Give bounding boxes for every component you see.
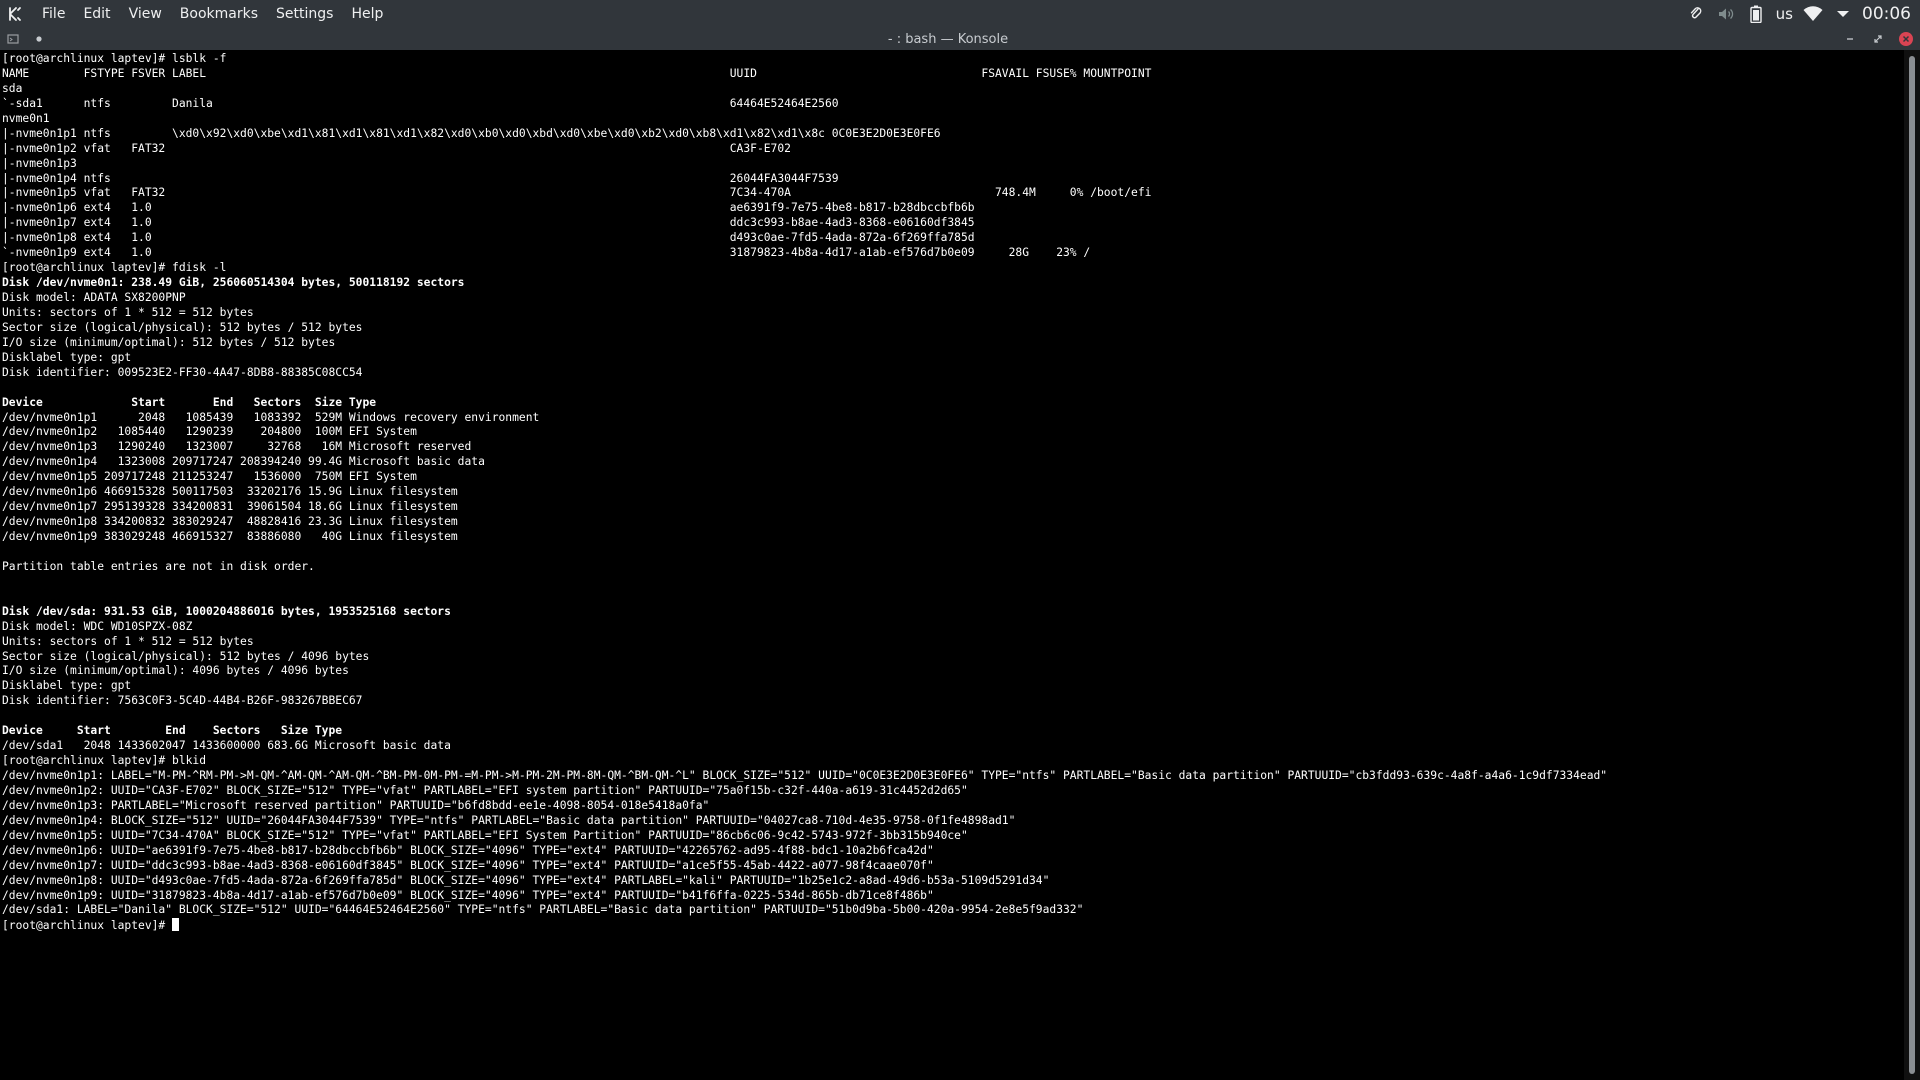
close-button[interactable] bbox=[1898, 31, 1914, 47]
terminal-line: /dev/nvme0n1p3 1290240 1323007 32768 16M… bbox=[2, 440, 472, 454]
terminal-line: /dev/nvme0n1p1 2048 1085439 1083392 529M… bbox=[2, 410, 540, 424]
terminal-prompt: [root@archlinux laptev]# bbox=[2, 919, 173, 933]
terminal-output[interactable]: [root@archlinux laptev]# lsblk -f NAME FS… bbox=[0, 50, 1904, 1080]
terminal-line: |-nvme0n1p6 ext4 1.0 ae6391f9-7e75-4be8-… bbox=[2, 201, 975, 215]
terminal-line: |-nvme0n1p5 vfat FAT32 7C34-470A 748.4M … bbox=[2, 186, 1152, 200]
terminal-scrollbar[interactable] bbox=[1904, 50, 1920, 1080]
menu-help[interactable]: Help bbox=[342, 0, 392, 28]
paperclip-icon[interactable] bbox=[1686, 4, 1706, 24]
scrollbar-thumb[interactable] bbox=[1909, 56, 1915, 1074]
minimize-button[interactable] bbox=[1842, 31, 1858, 47]
terminal-line: /dev/nvme0n1p3: PARTLABEL="Microsoft res… bbox=[2, 798, 710, 812]
terminal-line: [root@archlinux laptev]# blkid bbox=[2, 754, 207, 768]
terminal-line: Disk identifier: 7563C0F3-5C4D-44B4-B26F… bbox=[2, 694, 363, 708]
menu-bookmarks[interactable]: Bookmarks bbox=[171, 0, 267, 28]
terminal-line: Units: sectors of 1 * 512 = 512 bytes bbox=[2, 305, 254, 319]
terminal-line: /dev/sda1: LABEL="Danila" BLOCK_SIZE="51… bbox=[2, 903, 1084, 917]
terminal-line: /dev/nvme0n1p6: UUID="ae6391f9-7e75-4be8… bbox=[2, 843, 934, 857]
terminal-line: Units: sectors of 1 * 512 = 512 bytes bbox=[2, 634, 254, 648]
menu-edit[interactable]: Edit bbox=[74, 0, 119, 28]
chevron-down-icon[interactable] bbox=[1833, 4, 1853, 24]
terminal-line: /dev/nvme0n1p1: LABEL="M-PM-^RM-PM->M-QM… bbox=[2, 769, 1608, 782]
terminal-line: |-nvme0n1p7 ext4 1.0 ddc3c993-b8ae-4ad3-… bbox=[2, 216, 975, 230]
clock[interactable]: 00:06 bbox=[1862, 4, 1911, 24]
terminal-line: Device Start End Sectors Size Type bbox=[2, 395, 377, 409]
keyboard-layout[interactable]: us bbox=[1776, 5, 1793, 23]
terminal-line: `-nvme0n1p9 ext4 1.0 31879823-4b8a-4d17-… bbox=[2, 246, 1091, 260]
terminal-prompt-line[interactable]: [root@archlinux laptev]# bbox=[2, 918, 1904, 933]
terminal-line: /dev/nvme0n1p7 295139328 334200831 39061… bbox=[2, 500, 458, 514]
terminal-line: `-sda1 ntfs Danila 64464E52464E2560 bbox=[2, 96, 839, 110]
terminal-line: Disk identifier: 009523E2-FF30-4A47-8DB8… bbox=[2, 365, 363, 379]
terminal-line: /dev/nvme0n1p9: UUID="31879823-4b8a-4d17… bbox=[2, 888, 934, 902]
terminal-line: Partition table entries are not in disk … bbox=[2, 559, 315, 573]
terminal-line: Disk model: ADATA SX8200PNP bbox=[2, 291, 186, 304]
terminal-line: /dev/nvme0n1p7: UUID="ddc3c993-b8ae-4ad3… bbox=[2, 858, 934, 872]
window-titlebar[interactable]: - : bash — Konsole bbox=[0, 28, 1920, 50]
terminal-line: |-nvme0n1p8 ext4 1.0 d493c0ae-7fd5-4ada-… bbox=[2, 231, 975, 245]
terminal-line: /dev/nvme0n1p4 1323008 209717247 2083942… bbox=[2, 455, 485, 469]
window-title: - : bash — Konsole bbox=[887, 31, 1009, 47]
terminal-line: /dev/sda1 2048 1433602047 1433600000 683… bbox=[2, 739, 451, 753]
terminal-line: /dev/nvme0n1p5 209717248 211253247 15360… bbox=[2, 470, 417, 484]
terminal-line: sda bbox=[2, 81, 23, 95]
system-tray: us 00:06 bbox=[1681, 0, 1920, 28]
terminal-line: Disklabel type: gpt bbox=[2, 350, 132, 364]
text-cursor bbox=[172, 918, 180, 932]
maximize-button[interactable] bbox=[1870, 31, 1886, 47]
menu-file[interactable]: File bbox=[33, 0, 74, 28]
maximize-icon bbox=[1874, 35, 1882, 43]
terminal-line: Sector size (logical/physical): 512 byte… bbox=[2, 320, 363, 334]
terminal-line: /dev/nvme0n1p2 1085440 1290239 204800 10… bbox=[2, 425, 417, 439]
terminal-line: Disk /dev/nvme0n1: 238.49 GiB, 256060514… bbox=[2, 276, 465, 290]
window-menu-icon[interactable] bbox=[6, 32, 20, 46]
terminal-line: /dev/nvme0n1p8 334200832 383029247 48828… bbox=[2, 515, 458, 529]
terminal-line: /dev/nvme0n1p6 466915328 500117503 33202… bbox=[2, 485, 458, 499]
terminal-line: /dev/nvme0n1p2: UUID="CA3F-E702" BLOCK_S… bbox=[2, 783, 968, 797]
minimize-icon bbox=[1847, 38, 1853, 40]
terminal-line: /dev/nvme0n1p8: UUID="d493c0ae-7fd5-4ada… bbox=[2, 873, 1050, 887]
terminal-line: NAME FSTYPE FSVER LABEL UUID FSAVAIL FSU… bbox=[2, 66, 1152, 80]
battery-icon[interactable] bbox=[1746, 4, 1766, 24]
terminal-line: /dev/nvme0n1p9 383029248 466915327 83886… bbox=[2, 530, 458, 543]
terminal-line: [root@archlinux laptev]# lsblk -f bbox=[2, 52, 227, 65]
terminal-line: Disklabel type: gpt bbox=[2, 679, 132, 693]
terminal-line: Disk /dev/sda: 931.53 GiB, 1000204886016… bbox=[2, 604, 451, 618]
terminal-line: |-nvme0n1p3 bbox=[2, 156, 77, 170]
menu-bar: File Edit View Bookmarks Settings Help u… bbox=[0, 0, 1920, 28]
volume-muted-icon[interactable] bbox=[1716, 4, 1736, 24]
terminal-line: |-nvme0n1p2 vfat FAT32 CA3F-E702 bbox=[2, 141, 791, 155]
terminal-line: nvme0n1 bbox=[2, 111, 50, 125]
terminal-line: |-nvme0n1p4 ntfs 26044FA3044F7539 bbox=[2, 171, 839, 185]
terminal-line: I/O size (minimum/optimal): 512 bytes / … bbox=[2, 335, 336, 349]
menu-settings[interactable]: Settings bbox=[267, 0, 342, 28]
close-icon bbox=[1899, 32, 1913, 46]
terminal-line: /dev/nvme0n1p4: BLOCK_SIZE="512" UUID="2… bbox=[2, 813, 1016, 827]
pin-icon[interactable] bbox=[32, 32, 46, 46]
terminal-line: [root@archlinux laptev]# fdisk -l bbox=[2, 261, 227, 275]
terminal-line: Device Start End Sectors Size Type bbox=[2, 724, 343, 738]
terminal-line: |-nvme0n1p1 ntfs \xd0\x92\xd0\xbe\xd1\x8… bbox=[2, 126, 941, 140]
kde-logo-icon[interactable] bbox=[5, 4, 25, 24]
terminal-line: /dev/nvme0n1p5: UUID="7C34-470A" BLOCK_S… bbox=[2, 828, 968, 842]
terminal-line: I/O size (minimum/optimal): 4096 bytes /… bbox=[2, 664, 349, 678]
wifi-icon[interactable] bbox=[1803, 4, 1823, 24]
terminal-line: Sector size (logical/physical): 512 byte… bbox=[2, 649, 370, 663]
terminal-line: Disk model: WDC WD10SPZX-08Z bbox=[2, 619, 193, 633]
menu-view[interactable]: View bbox=[120, 0, 171, 28]
